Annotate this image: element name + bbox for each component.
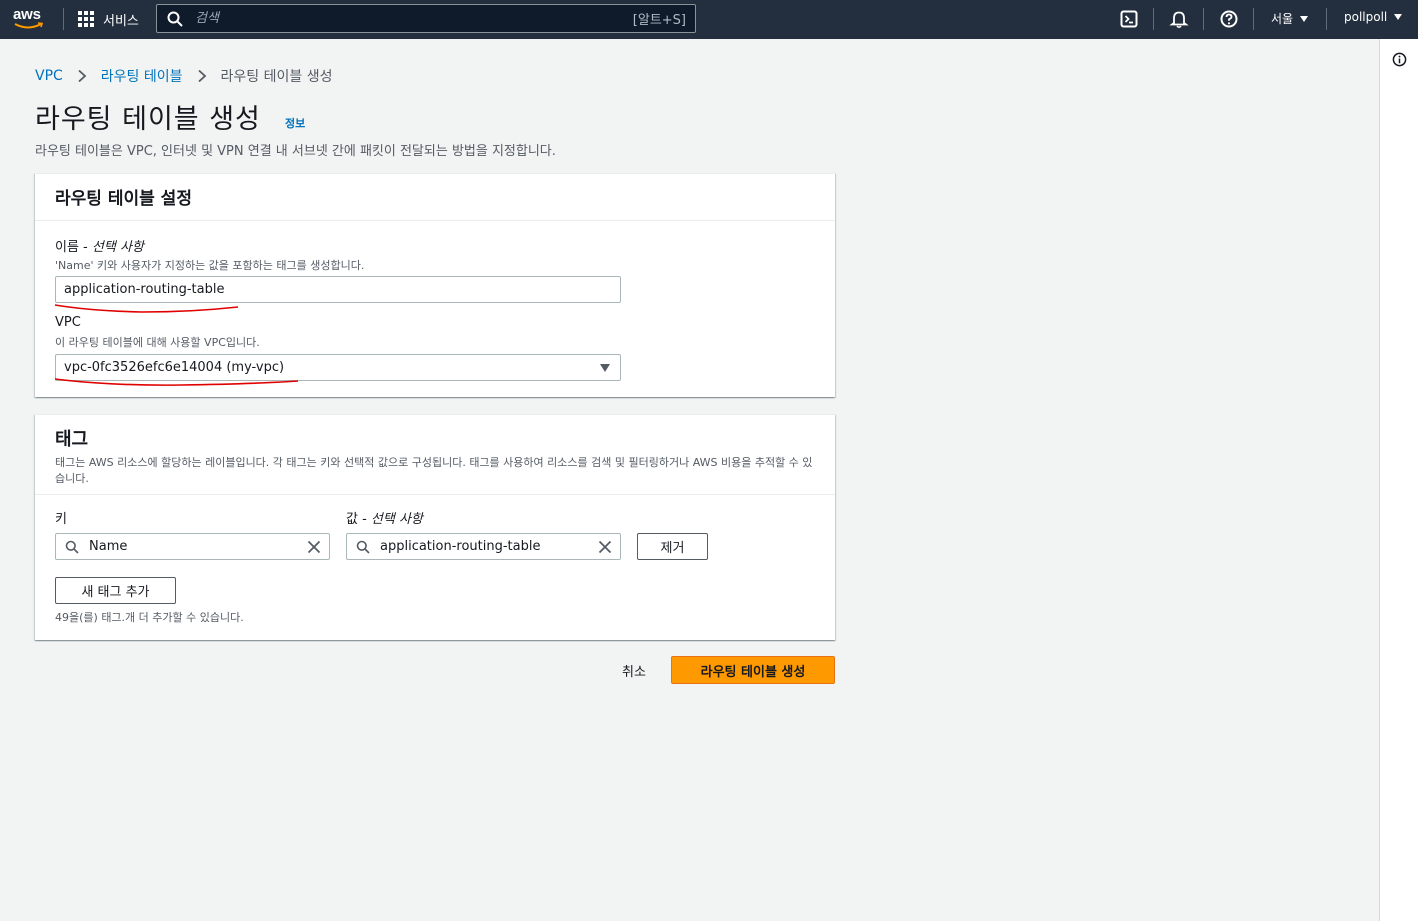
services-label: 서비스 [103, 13, 139, 29]
top-navigation-bar: aws 서비스 [알트+S] 서울 [0, 0, 1418, 39]
nav-divider [1153, 8, 1154, 30]
panel-title: 라우팅 테이블 설정 [55, 189, 192, 209]
tag-key-input[interactable] [89, 539, 307, 554]
aws-logo-text: aws [13, 6, 41, 23]
panel-title: 태그 [55, 429, 89, 450]
tags-panel: 태그 태그는 AWS 리소스에 할당하는 레이블입니다. 각 태그는 키와 선택… [35, 414, 835, 640]
vpc-field-label: VPC [55, 315, 81, 330]
aws-smile-icon [14, 22, 44, 29]
tag-limit-note: 49을(를) 태그.개 더 추가할 수 있습니다. [55, 611, 244, 624]
clear-icon[interactable] [598, 540, 612, 554]
vpc-field-description: 이 라우팅 테이블에 대해 사용할 VPC입니다. [55, 336, 260, 349]
route-table-settings-panel: 라우팅 테이블 설정 이름 - 선택 사항 'Name' 키와 사용자가 지정하… [35, 173, 835, 397]
panel-header: 라우팅 테이블 설정 [35, 174, 835, 221]
vpc-select[interactable]: vpc-0fc3526efc6e14004 (my-vpc) [55, 354, 621, 381]
chevron-right-icon [78, 69, 87, 83]
cancel-button[interactable]: 취소 [622, 661, 646, 680]
breadcrumb-current: 라우팅 테이블 생성 [220, 69, 333, 85]
nav-divider [1203, 8, 1204, 30]
optional-label: 선택 사항 [91, 240, 144, 255]
global-search[interactable]: [알트+S] [156, 4, 696, 33]
breadcrumb: VPC 라우팅 테이블 라우팅 테이블 생성 [35, 66, 332, 86]
search-icon [65, 540, 79, 554]
nav-divider [1326, 8, 1327, 30]
account-label: pollpoll [1344, 10, 1388, 24]
search-icon [167, 11, 183, 27]
vpc-select-value: vpc-0fc3526efc6e14004 (my-vpc) [64, 360, 285, 375]
account-menu[interactable]: pollpoll [1344, 10, 1403, 24]
tags-description: 태그는 AWS 리소스에 할당하는 레이블입니다. 각 태그는 키와 선택적 값… [55, 456, 813, 485]
services-menu-button[interactable]: 서비스 [78, 9, 139, 29]
nav-divider [1253, 8, 1254, 30]
page-description: 라우팅 테이블은 VPC, 인터넷 및 VPN 연결 내 서브넷 간에 패킷이 … [35, 144, 556, 159]
tag-key-label: 키 [55, 512, 67, 527]
cloudshell-icon[interactable] [1119, 9, 1139, 29]
name-field-description: 'Name' 키와 사용자가 지정하는 값을 포함하는 태그를 생성합니다. [55, 259, 365, 272]
caret-down-icon [600, 364, 610, 372]
remove-tag-button[interactable]: 제거 [637, 533, 708, 560]
tag-value-field[interactable] [346, 533, 621, 560]
search-icon [356, 540, 370, 554]
info-icon[interactable] [1392, 52, 1407, 67]
nav-divider [63, 8, 64, 30]
name-field-label: 이름 - 선택 사항 [55, 240, 144, 255]
info-link[interactable]: 정보 [285, 115, 305, 131]
chevron-right-icon [197, 69, 206, 83]
global-search-input[interactable] [183, 11, 633, 26]
caret-down-icon [1300, 15, 1309, 22]
name-input[interactable] [55, 276, 621, 303]
page-title: 라우팅 테이블 생성 [35, 104, 261, 135]
region-label: 서울 [1271, 12, 1294, 26]
clear-icon[interactable] [307, 540, 321, 554]
optional-label: 선택 사항 [370, 512, 423, 527]
region-selector[interactable]: 서울 [1271, 10, 1309, 27]
search-shortcut: [알트+S] [632, 13, 686, 28]
add-tag-button[interactable]: 새 태그 추가 [55, 577, 176, 604]
caret-down-icon [1394, 14, 1403, 20]
tools-panel-strip [1379, 39, 1418, 921]
create-route-table-button[interactable]: 라우팅 테이블 생성 [671, 656, 835, 684]
panel-header: 태그 태그는 AWS 리소스에 할당하는 레이블입니다. 각 태그는 키와 선택… [35, 415, 835, 495]
tag-value-label: 값 - 선택 사항 [346, 512, 423, 527]
help-icon[interactable] [1219, 9, 1239, 29]
notifications-bell-icon[interactable] [1169, 9, 1189, 29]
aws-logo[interactable]: aws [13, 6, 47, 32]
breadcrumb-vpc-link[interactable]: VPC [35, 68, 63, 84]
breadcrumb-route-tables-link[interactable]: 라우팅 테이블 [101, 66, 183, 86]
tag-key-field[interactable] [55, 533, 330, 560]
tag-value-input[interactable] [380, 539, 598, 554]
grid-icon [78, 11, 94, 27]
